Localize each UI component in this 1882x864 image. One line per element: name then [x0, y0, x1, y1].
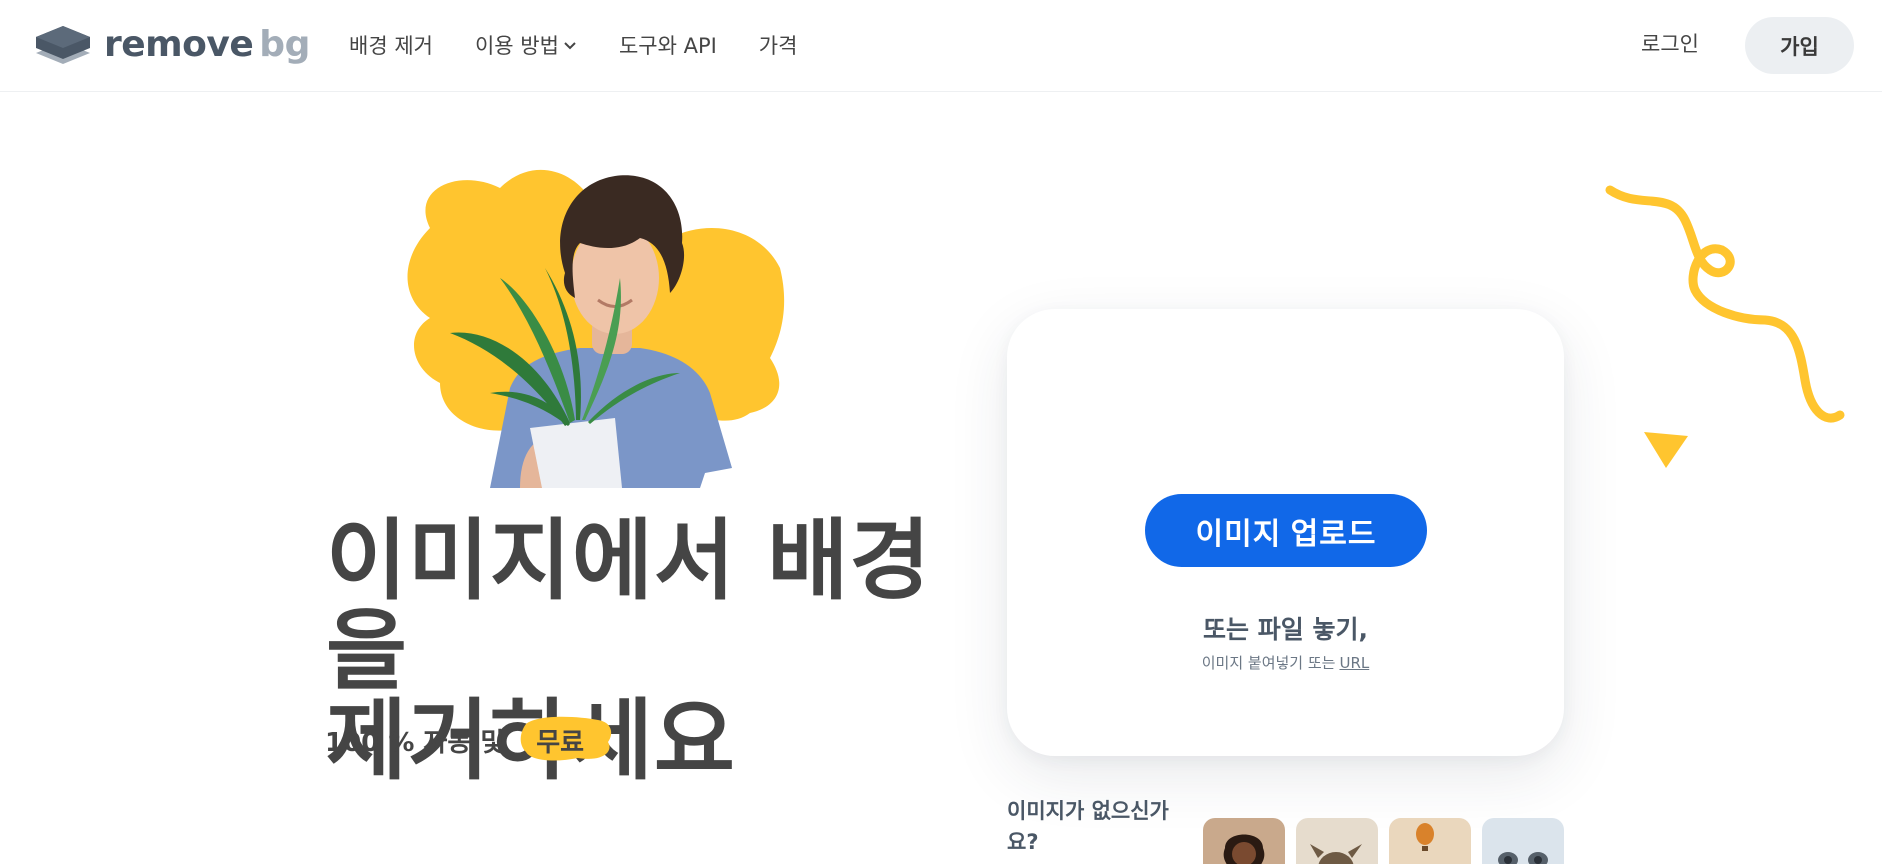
squiggle-decoration-icon [1605, 185, 1845, 423]
paste-hint: 이미지 붙여넣기 또는 [1201, 654, 1336, 672]
subline-text: 100 % 자동 및 [325, 728, 505, 758]
drop-file-subtitle: 이미지 붙여넣기 또는 URL [1007, 652, 1564, 673]
nav-pricing[interactable]: 가격 [759, 30, 798, 62]
hero-subline: 100 % 자동 및 무료 [325, 716, 612, 763]
url-link[interactable]: URL [1339, 654, 1369, 672]
nav-tools-api[interactable]: 도구와 API [619, 30, 717, 62]
nav-remove-background[interactable]: 배경 제거 [349, 30, 433, 62]
nav-label: 도구와 API [618, 34, 717, 58]
login-link[interactable]: 로그인 [1641, 28, 1699, 60]
nav-label: 이용 방법 [474, 34, 559, 58]
triangle-decoration-icon [1644, 432, 1688, 468]
hero-illustration [407, 169, 785, 488]
free-label: 무료 [536, 728, 585, 758]
logo-wordmark: remove bg [104, 24, 310, 66]
chevron-down-icon [564, 42, 576, 50]
main-nav: 배경 제거 이용 방법 도구와 API 가격 [349, 30, 839, 62]
sample-thumb-animal[interactable] [1296, 818, 1378, 864]
drop-file-title: 또는 파일 놓기, [1203, 615, 1368, 644]
free-highlight: 무료 [518, 716, 612, 763]
headline-line-1: 이미지에서 배경을 [326, 509, 932, 702]
sample-thumb-balloon[interactable] [1389, 818, 1471, 864]
nav-how-to-use[interactable]: 이용 방법 [475, 30, 577, 62]
logo-word-bg: bg [259, 24, 310, 65]
logo-link[interactable]: remove bg [34, 24, 310, 66]
layers-logo-icon [36, 26, 90, 64]
logo-word-remove: remove [104, 24, 254, 65]
top-header: remove bg 배경 제거 이용 방법 도구와 API 가격 로그인 가입 [0, 0, 1882, 92]
upload-card[interactable]: 이미지 업로드 또는 파일 놓기, 이미지 붙여넣기 또는 URL [1007, 309, 1564, 756]
plant-pot-shape [530, 418, 622, 488]
signup-button[interactable]: 가입 [1745, 17, 1854, 74]
sample-thumbnails [1203, 818, 1575, 864]
sample-thumb-woman[interactable] [1203, 818, 1285, 864]
nav-label: 배경 제거 [349, 34, 433, 58]
no-image-prompt: 이미지가 없으신가요? [1007, 799, 1169, 854]
nav-label: 가격 [758, 34, 798, 58]
upload-image-button[interactable]: 이미지 업로드 [1145, 494, 1427, 567]
sample-thumb-car[interactable] [1482, 818, 1564, 864]
